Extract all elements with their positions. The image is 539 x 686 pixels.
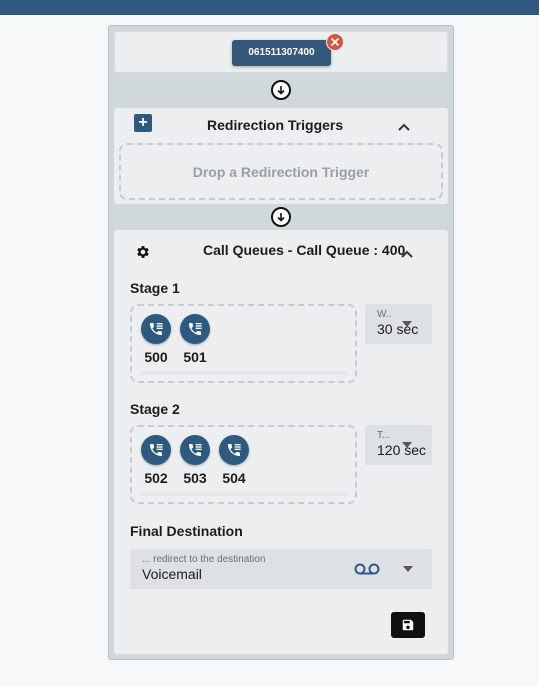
wait-time-field-label: W.. [377, 309, 392, 320]
agent-extension: 503 [183, 470, 207, 486]
add-trigger-button[interactable]: + [134, 114, 152, 132]
phone-icon [141, 314, 171, 344]
time-field-label: T... [377, 430, 391, 441]
save-button[interactable] [391, 612, 425, 638]
save-icon [402, 619, 414, 631]
top-bar [0, 0, 539, 15]
horizontal-scrollbar[interactable] [140, 492, 348, 496]
agent-chip[interactable]: 503 [180, 435, 210, 486]
phone-icon [180, 435, 210, 465]
stage-2-label: Stage 2 [130, 401, 180, 417]
dropdown-arrow-icon [402, 442, 412, 448]
agent-extension: 501 [183, 349, 207, 365]
agent-chip[interactable]: 500 [141, 314, 171, 365]
chevron-up-icon[interactable] [400, 249, 414, 259]
stage-2-drop-zone[interactable]: 502 503 504 [130, 425, 357, 504]
wait-time-value: 30 sec [377, 321, 419, 337]
agent-chip[interactable]: 501 [180, 314, 210, 365]
phone-icon [219, 435, 249, 465]
chevron-up-icon[interactable] [397, 122, 411, 132]
agent-chip[interactable]: 502 [141, 435, 171, 486]
voicemail-icon [354, 563, 380, 575]
agent-extension: 500 [144, 349, 168, 365]
final-destination-select[interactable]: ... redirect to the destination Voicemai… [130, 549, 432, 589]
flow-panel: 061511307400 + Redirection Triggers Drop… [108, 25, 454, 660]
gear-icon[interactable] [135, 244, 151, 260]
stage-1-label: Stage 1 [130, 280, 180, 296]
agent-extension: 504 [222, 470, 246, 486]
dropdown-arrow-icon [402, 321, 412, 327]
redirection-triggers-card: + Redirection Triggers Drop a Redirectio… [114, 108, 448, 204]
arrow-down-circle-icon [271, 207, 291, 227]
call-queue-card: Call Queues - Call Queue : 400 Stage 1 5… [114, 230, 448, 654]
stage-1-drop-zone[interactable]: 500 501 [130, 304, 357, 383]
chevron-down-icon[interactable] [403, 566, 413, 572]
stage-1-wait-time-select[interactable]: W.. 30 sec [365, 304, 432, 344]
phone-icon [141, 435, 171, 465]
number-card: 061511307400 [114, 31, 448, 73]
phone-number-chip[interactable]: 061511307400 [232, 40, 331, 66]
call-queue-title: Call Queues - Call Queue : 400 [203, 242, 406, 258]
redirection-triggers-title: Redirection Triggers [207, 117, 344, 133]
final-destination-label: Final Destination [130, 523, 243, 539]
horizontal-scrollbar[interactable] [140, 371, 348, 375]
close-icon[interactable] [326, 33, 344, 51]
destination-value: Voicemail [142, 566, 202, 582]
phone-icon [180, 314, 210, 344]
trigger-drop-zone[interactable]: Drop a Redirection Trigger [119, 143, 443, 200]
agent-chip[interactable]: 504 [219, 435, 249, 486]
arrow-down-circle-icon [271, 80, 291, 100]
agent-extension: 502 [144, 470, 168, 486]
destination-field-label: ... redirect to the destination [142, 554, 266, 565]
stage-2-time-select[interactable]: T... 120 sec [365, 425, 432, 465]
